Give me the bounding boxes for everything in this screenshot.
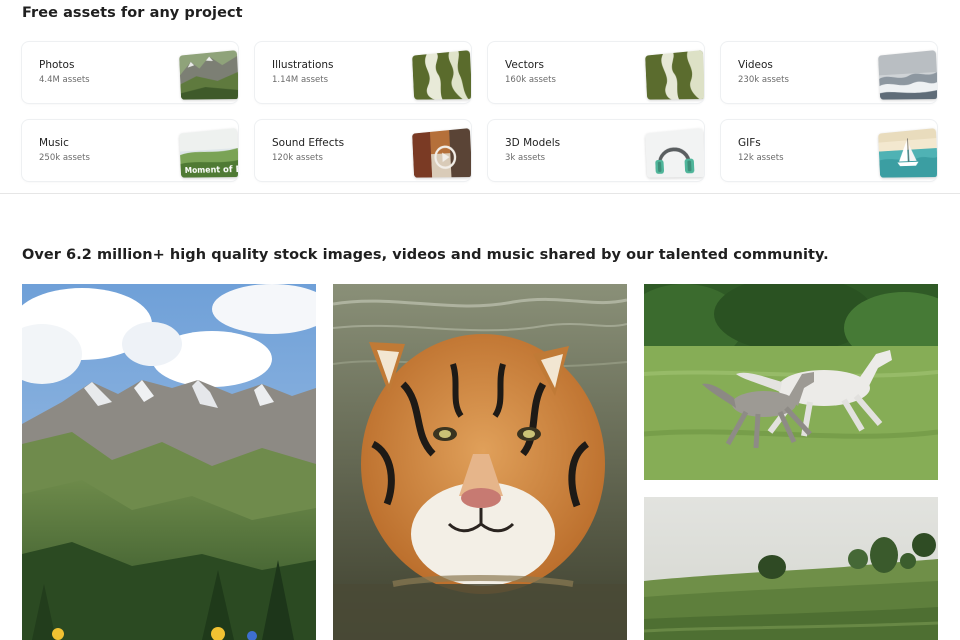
category-count: 160k assets [505,75,556,85]
category-card-videos[interactable]: Videos 230k assets [721,42,937,103]
green-abstract-illustration-thumbnail [412,50,471,100]
headphones-3d-thumbnail [645,128,704,178]
headline: Over 6.2 million+ high quality stock ima… [22,247,829,263]
category-card-photos[interactable]: Photos 4.4M assets [22,42,238,103]
category-card-3d-models[interactable]: 3D Models 3k assets [488,120,704,181]
green-field-photo[interactable] [644,497,938,640]
section-title: Free assets for any project [22,5,243,21]
mountain-landscape-thumbnail [179,50,238,100]
category-card-vectors[interactable]: Vectors 160k assets [488,42,704,103]
category-count: 250k assets [39,153,90,163]
category-label: Vectors [505,59,544,71]
category-card-gifs[interactable]: GIFs 12k assets [721,120,937,181]
sound-effects-thumbnail [412,128,471,178]
category-count: 230k assets [738,75,789,85]
category-label: Videos [738,59,773,71]
category-grid: Photos 4.4M assets Illustrations 1.14M a… [22,42,938,181]
mountain-landscape-photo[interactable] [22,284,316,640]
sailboat-gif-thumbnail [878,128,937,178]
category-count: 4.4M assets [39,75,90,85]
music-cover-text: Moment of Pe [185,163,238,175]
category-count: 1.14M assets [272,75,329,85]
category-label: Illustrations [272,59,334,71]
category-label: GIFs [738,137,761,149]
green-abstract-vector-thumbnail [645,50,704,100]
category-label: Music [39,137,69,149]
music-cover-thumbnail: Moment of Pe [179,128,238,178]
section-divider [0,193,960,194]
category-count: 120k assets [272,153,323,163]
category-label: 3D Models [505,137,561,149]
ocean-wave-video-thumbnail [878,50,937,100]
category-label: Sound Effects [272,137,345,149]
category-card-music[interactable]: Music 250k assets Moment of Pe [22,120,238,181]
category-count: 3k assets [505,153,546,163]
category-card-illustrations[interactable]: Illustrations 1.14M assets [255,42,471,103]
tiger-in-water-photo[interactable] [333,284,627,640]
running-horses-photo[interactable] [644,284,938,480]
category-label: Photos [39,59,75,71]
category-count: 12k assets [738,153,784,163]
category-card-sound-effects[interactable]: Sound Effects 120k assets [255,120,471,181]
